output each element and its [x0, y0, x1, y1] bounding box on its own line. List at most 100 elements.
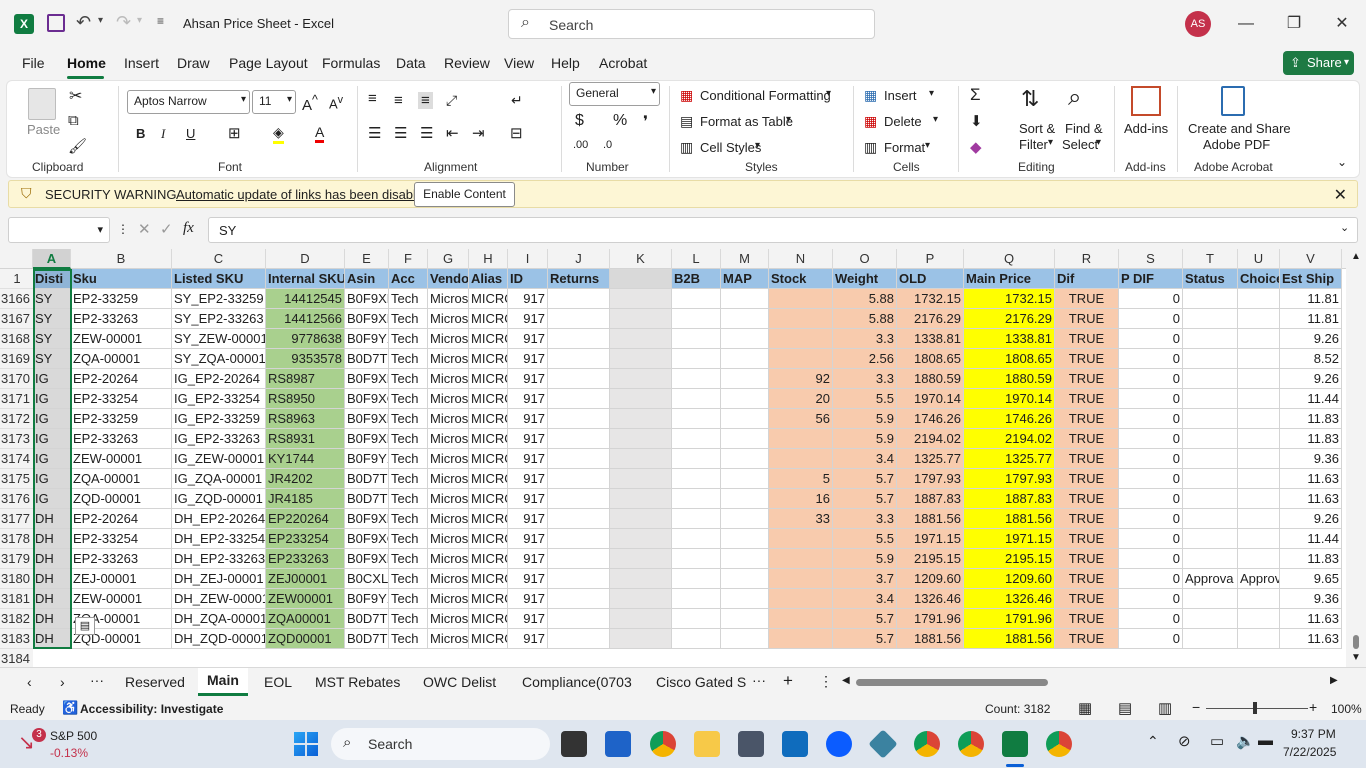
table-cell[interactable]: IG [33, 389, 71, 409]
table-cell[interactable] [610, 429, 672, 449]
table-cell[interactable] [672, 389, 721, 409]
table-cell[interactable] [610, 529, 672, 549]
table-cell[interactable] [672, 589, 721, 609]
table-cell[interactable]: EP2-33263 [71, 309, 172, 329]
column-header-r[interactable]: R [1055, 249, 1119, 269]
table-cell[interactable]: MICRO [469, 329, 508, 349]
table-cell[interactable]: ZEW-00001 [71, 589, 172, 609]
increase-decimal-icon[interactable]: .00 [573, 139, 588, 151]
table-cell[interactable]: MICRO [469, 369, 508, 389]
clock-time[interactable]: 9:37 PM [1291, 727, 1336, 741]
sheet-tab-owc-delist[interactable]: OWC Delist [423, 674, 496, 690]
table-cell[interactable] [548, 489, 610, 509]
excel-taskbar-icon[interactable] [1002, 731, 1028, 757]
table-cell[interactable]: EP2-33254 [71, 529, 172, 549]
table-cell[interactable]: 11.44 [1280, 389, 1342, 409]
format-painter-icon[interactable]: 🖌 [68, 137, 87, 155]
table-cell[interactable]: DH [33, 609, 71, 629]
menu-draw[interactable]: Draw [177, 55, 210, 71]
column-header-q[interactable]: Q [964, 249, 1055, 269]
table-cell[interactable]: 11.63 [1280, 489, 1342, 509]
table-cell[interactable]: MICRO [469, 569, 508, 589]
row-header[interactable]: 3168 [0, 329, 33, 349]
table-cell[interactable]: 3.4 [833, 449, 897, 469]
table-cell[interactable] [672, 529, 721, 549]
vertical-scrollbar[interactable]: ▲ ▼ [1346, 249, 1366, 667]
column-header-j[interactable]: J [548, 249, 610, 269]
row-header[interactable]: 3182 [0, 609, 33, 629]
decrease-decimal-icon[interactable]: .0 [603, 139, 612, 151]
calculator-icon[interactable] [738, 731, 764, 757]
zoom-slider-thumb[interactable] [1253, 702, 1257, 714]
table-cell[interactable] [548, 449, 610, 469]
table-cell[interactable]: 917 [508, 589, 548, 609]
table-cell[interactable]: Tech [389, 609, 428, 629]
table-cell[interactable]: DH_ZQA-00001 [172, 609, 266, 629]
table-cell[interactable]: Tech [389, 369, 428, 389]
table-cell[interactable]: 917 [508, 549, 548, 569]
warning-message-link[interactable]: Automatic update of links has been disab… [176, 187, 430, 202]
table-cell[interactable]: TRUE [1055, 469, 1119, 489]
table-cell[interactable]: 917 [508, 309, 548, 329]
table-cell[interactable] [672, 489, 721, 509]
table-cell[interactable]: B0CXL1 [345, 569, 389, 589]
expand-formula-icon[interactable]: ⌄ [1340, 221, 1349, 234]
align-left-icon[interactable]: ☰ [368, 124, 381, 142]
table-cell[interactable]: 11.63 [1280, 629, 1342, 649]
paste-icon[interactable] [28, 88, 56, 120]
table-cell[interactable]: 16 [769, 489, 833, 509]
column-header-l[interactable]: L [672, 249, 721, 269]
table-cell[interactable]: TRUE [1055, 429, 1119, 449]
table-cell[interactable]: ZQA-00001 [71, 349, 172, 369]
fill-icon[interactable]: ⬇ [970, 112, 983, 130]
table-cell[interactable]: Micros [428, 529, 469, 549]
table-cell[interactable]: ZEW00001 [266, 589, 345, 609]
align-center-icon[interactable]: ☰ [394, 124, 407, 142]
prev-sheet-icon[interactable]: ‹ [27, 674, 32, 690]
table-cell[interactable] [1238, 589, 1280, 609]
table-cell[interactable]: Tech [389, 529, 428, 549]
table-cell[interactable] [1238, 289, 1280, 309]
header-cell[interactable]: Listed SKU [172, 269, 266, 289]
table-cell[interactable]: B0D7TI [345, 349, 389, 369]
table-cell[interactable]: 9778638 [266, 329, 345, 349]
table-cell[interactable]: B0F9XD [345, 309, 389, 329]
table-cell[interactable] [610, 449, 672, 469]
column-header-a[interactable]: A [33, 249, 71, 269]
header-cell[interactable]: Weight [833, 269, 897, 289]
table-cell[interactable]: Tech [389, 449, 428, 469]
table-cell[interactable]: JR4202 [266, 469, 345, 489]
table-cell[interactable]: Tech [389, 349, 428, 369]
table-cell[interactable]: 9.26 [1280, 509, 1342, 529]
table-cell[interactable] [769, 449, 833, 469]
table-cell[interactable]: 1881.56 [897, 629, 964, 649]
table-cell[interactable]: 5.7 [833, 629, 897, 649]
hscroll-right-icon[interactable]: ▶ [1330, 675, 1338, 686]
column-header-s[interactable]: S [1119, 249, 1183, 269]
table-cell[interactable]: 5.88 [833, 289, 897, 309]
accessibility-status[interactable]: Accessibility: Investigate [80, 702, 223, 716]
table-cell[interactable] [610, 609, 672, 629]
menu-review[interactable]: Review [444, 55, 490, 71]
table-cell[interactable]: RS8963 [266, 409, 345, 429]
create-pdf-label-1[interactable]: Create and Share [1188, 121, 1291, 136]
undo-icon[interactable]: ↶ [76, 12, 91, 33]
hscroll-left-icon[interactable]: ◀ [842, 675, 850, 686]
chevron-up-icon[interactable]: ⌃ [1147, 733, 1159, 750]
table-cell[interactable]: 0 [1119, 629, 1183, 649]
table-cell[interactable]: 1326.46 [964, 589, 1055, 609]
sort-filter-icon[interactable]: ⇅ [1021, 86, 1039, 112]
table-cell[interactable] [548, 549, 610, 569]
table-cell[interactable]: MICRO [469, 289, 508, 309]
autosum-icon[interactable]: Σ [970, 85, 981, 105]
table-cell[interactable]: EP233254 [266, 529, 345, 549]
table-cell[interactable]: 20 [769, 389, 833, 409]
table-cell[interactable] [1238, 529, 1280, 549]
table-cell[interactable]: 0 [1119, 529, 1183, 549]
table-cell[interactable]: ZQA-00001 [71, 469, 172, 489]
table-cell[interactable] [610, 349, 672, 369]
increase-font-icon[interactable]: A^ [302, 93, 318, 114]
table-cell[interactable] [1183, 409, 1238, 429]
table-cell[interactable] [548, 609, 610, 629]
table-cell[interactable] [721, 349, 769, 369]
